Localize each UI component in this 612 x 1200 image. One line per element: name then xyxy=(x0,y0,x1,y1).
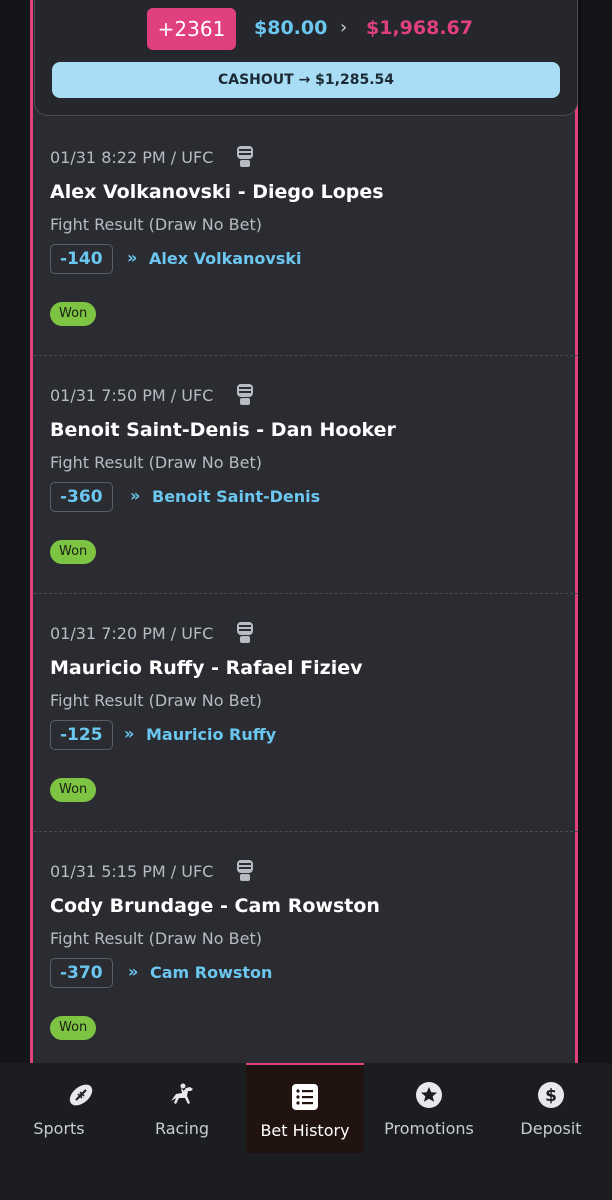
leg-odds-badge: -370 xyxy=(50,958,113,988)
leg-odds-badge: -360 xyxy=(50,482,113,512)
nav-label: Bet History xyxy=(260,1121,350,1140)
list-icon xyxy=(292,1084,318,1110)
svg-text:$: $ xyxy=(545,1086,557,1106)
mma-glove-icon xyxy=(237,860,253,881)
background-right xyxy=(582,0,612,1065)
leg-matchup: Cody Brundage - Cam Rowston xyxy=(50,895,380,917)
leg-datetime: 01/31 5:15 PM / UFC xyxy=(50,862,214,881)
leg-matchup: Alex Volkanovski - Diego Lopes xyxy=(50,181,384,203)
total-odds-badge: +2361 xyxy=(147,8,236,50)
status-badge: Won xyxy=(50,778,97,802)
leg-market: Fight Result (Draw No Bet) xyxy=(50,691,262,710)
bet-leg: 01/31 8:22 PM / UFC Alex Volkanovski - D… xyxy=(34,117,578,355)
leg-selection: Cam Rowston xyxy=(150,963,273,982)
leg-market: Fight Result (Draw No Bet) xyxy=(50,453,262,472)
leg-selection: Alex Volkanovski xyxy=(149,249,302,268)
leg-datetime: 01/31 7:20 PM / UFC xyxy=(50,624,214,643)
nav-item-promotions[interactable]: Promotions xyxy=(370,1063,488,1153)
leg-matchup: Mauricio Ruffy - Rafael Fiziev xyxy=(50,657,363,679)
leg-odds-badge: -125 xyxy=(50,720,113,750)
bet-leg: 01/31 7:20 PM / UFC Mauricio Ruffy - Raf… xyxy=(34,593,578,831)
cashout-button[interactable]: CASHOUT → $1,285.54 xyxy=(52,62,560,98)
nav-label: Racing xyxy=(154,1119,210,1138)
status-badge: Won xyxy=(50,540,97,564)
leg-selection: Benoit Saint-Denis xyxy=(152,487,321,506)
bet-leg: 01/31 7:50 PM / UFC Benoit Saint-Denis -… xyxy=(34,355,578,593)
stake-amount: $80.00 xyxy=(254,17,328,39)
leg-market: Fight Result (Draw No Bet) xyxy=(50,215,262,234)
leg-datetime: 01/31 7:50 PM / UFC xyxy=(50,386,214,405)
nav-label: Deposit xyxy=(520,1119,582,1138)
double-chevron-icon: » xyxy=(128,962,139,981)
leg-matchup: Benoit Saint-Denis - Dan Hooker xyxy=(50,419,396,441)
nav-item-deposit[interactable]: $ Deposit xyxy=(492,1063,610,1153)
double-chevron-icon: » xyxy=(124,724,135,743)
nav-item-racing[interactable]: Racing xyxy=(123,1063,241,1153)
leg-selection: Mauricio Ruffy xyxy=(146,725,277,744)
status-badge: Won xyxy=(50,1016,97,1040)
double-chevron-icon: » xyxy=(130,486,141,505)
leg-market: Fight Result (Draw No Bet) xyxy=(50,929,262,948)
nav-label: Promotions xyxy=(384,1119,474,1138)
mma-glove-icon xyxy=(237,622,253,643)
star-icon xyxy=(416,1082,442,1108)
mma-glove-icon xyxy=(237,384,253,405)
payout-amount: $1,968.67 xyxy=(366,17,473,39)
football-icon xyxy=(69,1084,92,1106)
mma-glove-icon xyxy=(237,146,253,167)
horse-racing-icon xyxy=(171,1083,193,1104)
bet-leg: 01/31 5:15 PM / UFC Cody Brundage - Cam … xyxy=(34,831,578,1069)
background-left xyxy=(0,0,30,1065)
chevron-right-icon: › xyxy=(340,17,348,38)
bottom-nav: Sports Racing Bet History Promotions $ D… xyxy=(0,1063,612,1200)
double-chevron-icon: » xyxy=(127,248,138,267)
nav-label: Sports xyxy=(33,1119,85,1138)
status-badge: Won xyxy=(50,302,97,326)
nav-item-bet-history[interactable]: Bet History xyxy=(246,1063,364,1153)
leg-odds-badge: -140 xyxy=(50,244,113,274)
leg-datetime: 01/31 8:22 PM / UFC xyxy=(50,148,214,167)
nav-item-sports[interactable]: Sports xyxy=(0,1063,118,1153)
dollar-icon: $ xyxy=(538,1082,564,1108)
